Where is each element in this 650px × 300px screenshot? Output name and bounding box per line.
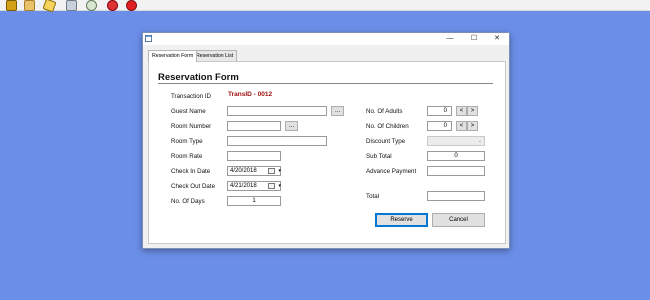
room-rate-field[interactable] [227, 151, 281, 161]
calendar-icon[interactable] [268, 183, 275, 189]
advance-payment-label: Advance Payment [366, 168, 417, 175]
adults-field[interactable]: 0 [427, 106, 452, 116]
close-circle-icon[interactable] [126, 0, 137, 11]
subtotal-field[interactable]: 0 [427, 151, 485, 161]
tab-reservation-form[interactable]: Reservation Form [148, 50, 198, 62]
total-field[interactable] [427, 191, 485, 201]
room-type-label: Room Type [171, 138, 203, 145]
discount-type-label: Discount Type [366, 138, 406, 145]
children-decrement-button[interactable]: < [456, 121, 467, 131]
reservation-form-panel: Reservation Form Transaction ID TransID … [148, 61, 506, 244]
title-bar: — ☐ ✕ [143, 33, 509, 45]
adults-label: No. Of Adults [366, 108, 403, 115]
check-out-value: 4/21/2018 [230, 183, 257, 189]
days-label: No. Of Days [171, 198, 205, 205]
check-out-label: Check Out Date [171, 183, 216, 190]
title-divider [158, 83, 493, 84]
window-app-icon [145, 35, 152, 42]
transaction-id-value: TransID - 0012 [228, 91, 273, 98]
advance-payment-field[interactable] [427, 166, 485, 176]
guest-name-field[interactable] [227, 106, 327, 116]
cancel-button[interactable]: Cancel [432, 213, 485, 227]
tab-reservation-list[interactable]: Reservation List [192, 50, 238, 61]
check-out-date-picker[interactable]: 4/21/2018 ▾ [227, 181, 281, 191]
room-number-field[interactable] [227, 121, 281, 131]
total-label: Total [366, 193, 380, 200]
room-type-field[interactable] [227, 136, 327, 146]
shield-icon[interactable] [107, 0, 118, 11]
network-icon[interactable] [86, 0, 97, 11]
page-title: Reservation Form [158, 72, 239, 83]
adults-decrement-button[interactable]: < [456, 106, 467, 116]
maximize-button[interactable]: ☐ [464, 33, 484, 45]
guest-name-label: Guest Name [171, 108, 206, 115]
pencil-icon[interactable] [42, 0, 57, 13]
check-in-date-picker[interactable]: 4/20/2018 ▾ [227, 166, 281, 176]
adults-increment-button[interactable]: > [467, 106, 478, 116]
room-rate-label: Room Rate [171, 153, 203, 160]
minimize-button[interactable]: — [440, 33, 460, 45]
chevron-down-icon[interactable]: ⌄ [478, 137, 482, 145]
check-in-label: Check In Date [171, 168, 211, 175]
guest-browse-button[interactable]: ... [331, 106, 344, 116]
document-icon[interactable] [66, 0, 77, 11]
room-browse-button[interactable]: ... [285, 121, 298, 131]
check-in-value: 4/20/2018 [230, 168, 257, 174]
children-label: No. Of Children [366, 123, 409, 130]
discount-type-select[interactable]: ⌄ [427, 136, 485, 146]
reservation-window: — ☐ ✕ Reservation Form Reservation List … [142, 32, 510, 249]
app-icon[interactable] [6, 0, 17, 11]
close-button[interactable]: ✕ [487, 33, 507, 45]
subtotal-label: Sub Total [366, 153, 392, 160]
room-number-label: Room Number [171, 123, 212, 130]
reserve-button[interactable]: Reserve [375, 213, 428, 227]
days-field[interactable]: 1 [227, 196, 281, 206]
children-field[interactable]: 0 [427, 121, 452, 131]
children-increment-button[interactable]: > [467, 121, 478, 131]
top-toolbar [0, 0, 650, 13]
chevron-down-icon[interactable]: ▾ [278, 167, 281, 175]
folder-icon[interactable] [24, 0, 35, 11]
transaction-id-label: Transaction ID [171, 93, 212, 100]
chevron-down-icon[interactable]: ▾ [278, 182, 281, 190]
calendar-icon[interactable] [268, 168, 275, 174]
